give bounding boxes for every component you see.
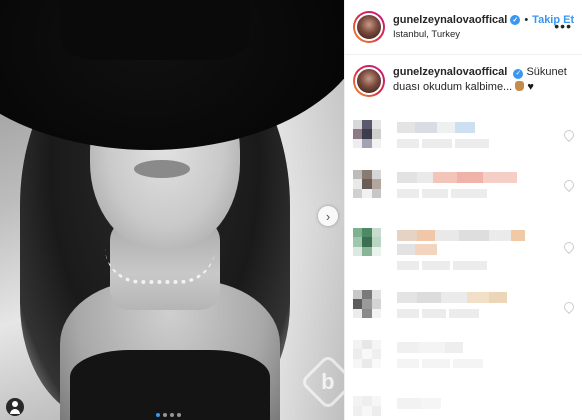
location-link[interactable]: Istanbul, Turkey: [393, 29, 574, 40]
comment-text-pixelated: [397, 398, 441, 409]
header-meta: gunelzeynalovaoffical ✓ • Takip Et Istan…: [393, 14, 574, 40]
post-header: gunelzeynalovaoffical ✓ • Takip Et Istan…: [345, 0, 582, 55]
comment-text-pixelated: [397, 172, 517, 183]
caption-username[interactable]: gunelzeynalovaoffical: [393, 66, 507, 78]
comment-item: [353, 340, 483, 368]
verified-badge-icon: ✓: [510, 15, 521, 25]
comment-text-pixelated: [397, 122, 489, 133]
comment-avatar[interactable]: [353, 170, 381, 198]
comment-body: [397, 396, 441, 416]
caption: gunelzeynalovaoffical ✓ Sükunet duası ok…: [345, 55, 582, 97]
photo-clothing: [70, 350, 270, 420]
photo-hat-crown: [60, 0, 250, 60]
avatar[interactable]: [353, 11, 385, 43]
photo-lips: [134, 160, 190, 178]
comment-meta-pixelated: [397, 359, 483, 368]
comment-body: [397, 228, 525, 270]
post-photo[interactable]: b ›: [0, 0, 344, 420]
comment-meta-pixelated: [397, 189, 517, 198]
comment-body: [397, 170, 517, 198]
post-side-panel: gunelzeynalovaoffical ✓ • Takip Et Istan…: [344, 0, 582, 420]
comment-item: [353, 170, 517, 198]
comment-item: [353, 396, 441, 416]
comment-body: [397, 340, 483, 368]
tagged-users-button[interactable]: [6, 398, 24, 416]
person-tag-icon-body: [10, 409, 20, 414]
comment-item: [353, 290, 507, 318]
watermark-letter: b: [321, 368, 335, 394]
person-tag-icon: [12, 401, 18, 407]
avatar-image: [355, 13, 383, 41]
comment-meta-pixelated: [397, 309, 507, 318]
carousel-next-button[interactable]: ›: [318, 206, 338, 226]
praying-hands-icon: [515, 81, 525, 91]
comment-avatar[interactable]: [353, 120, 381, 148]
username-link[interactable]: gunelzeynalovaoffical: [393, 14, 507, 26]
carousel-dot: [170, 413, 174, 417]
carousel-dot: [177, 413, 181, 417]
comment-item: [353, 120, 489, 148]
carousel-dot: [156, 413, 160, 417]
like-comment-icon[interactable]: [561, 127, 577, 143]
comment-body: [397, 120, 489, 148]
header-separator: •: [524, 14, 529, 26]
carousel-indicator: [156, 413, 181, 417]
header-row: gunelzeynalovaoffical ✓ • Takip Et: [393, 14, 574, 26]
comment-avatar[interactable]: [353, 340, 381, 368]
avatar[interactable]: [353, 65, 385, 97]
comment-item: [353, 228, 525, 270]
chevron-right-icon: ›: [325, 208, 331, 224]
black-heart-icon: ♥: [527, 81, 534, 93]
comment-meta-pixelated: [397, 261, 525, 270]
comment-avatar[interactable]: [353, 290, 381, 318]
like-comment-icon[interactable]: [561, 239, 577, 255]
comment-text-pixelated: [397, 292, 507, 303]
like-comment-icon[interactable]: [561, 177, 577, 193]
comment-text-pixelated: [397, 342, 483, 353]
comment-text-pixelated: [397, 244, 525, 255]
comment-avatar[interactable]: [353, 396, 381, 416]
avatar-image: [355, 67, 383, 95]
caption-text-block: gunelzeynalovaoffical ✓ Sükunet duası ok…: [393, 65, 573, 97]
verified-badge-icon: ✓: [513, 68, 524, 79]
like-comment-icon[interactable]: [561, 299, 577, 315]
comment-text-pixelated: [397, 230, 525, 241]
comment-avatar[interactable]: [353, 228, 381, 256]
comment-body: [397, 290, 507, 318]
more-options-icon[interactable]: •••: [554, 18, 572, 34]
comment-meta-pixelated: [397, 139, 489, 148]
carousel-dot: [163, 413, 167, 417]
